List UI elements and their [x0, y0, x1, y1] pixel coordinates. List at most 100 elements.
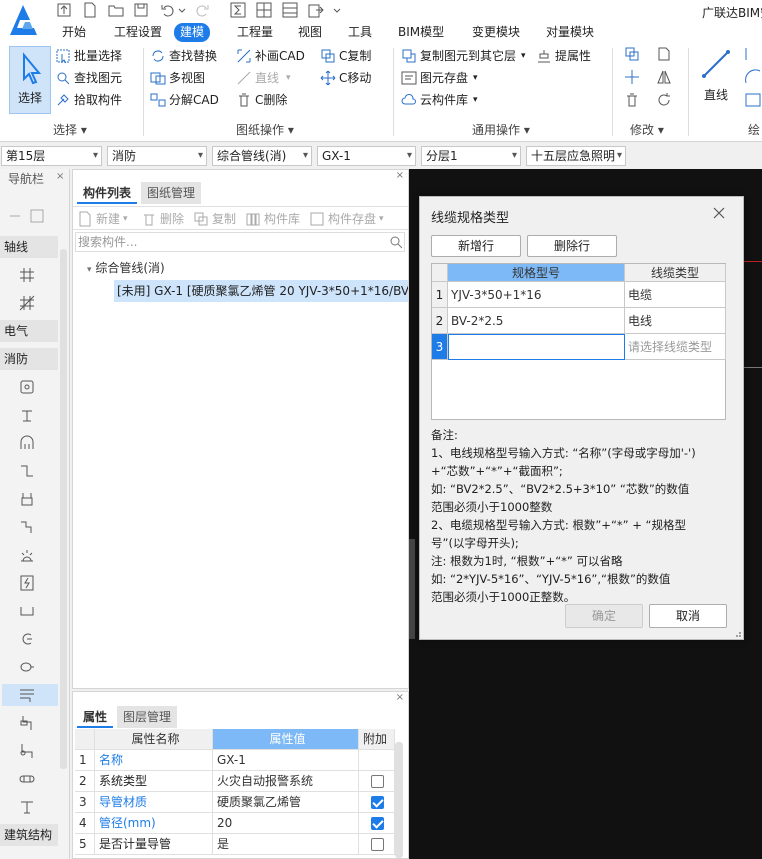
- fire-pump-icon[interactable]: [16, 432, 38, 454]
- new-component-button[interactable]: 新建 ▾: [77, 209, 128, 229]
- tab-menu-1[interactable]: 工程设置: [108, 23, 168, 42]
- resize-grip-icon[interactable]: [733, 629, 742, 638]
- fire-tray-icon[interactable]: [16, 600, 38, 622]
- save-icon[interactable]: [133, 2, 149, 18]
- nav-tool-icon[interactable]: [8, 209, 22, 223]
- search-icon[interactable]: [389, 235, 403, 249]
- col-spec-header[interactable]: 规格型号: [448, 264, 625, 282]
- fire-valve-icon[interactable]: [16, 488, 38, 510]
- tab-menu-3[interactable]: 工程量: [231, 23, 279, 42]
- select-button[interactable]: 选择: [9, 46, 51, 114]
- prop-value[interactable]: 是: [213, 834, 359, 855]
- pick-component-button[interactable]: 拾取构件: [55, 90, 122, 110]
- arc-tool-icon[interactable]: [744, 69, 762, 85]
- spec-cell[interactable]: BV-2*2.5: [448, 308, 625, 334]
- rect-tool-icon[interactable]: [744, 92, 762, 108]
- type-cell[interactable]: 电缆: [625, 282, 726, 308]
- extra-checkbox[interactable]: [371, 796, 384, 809]
- line-button[interactable]: 直线 ▾: [236, 68, 291, 88]
- axis-grid-icon[interactable]: [16, 264, 38, 286]
- nav-close-icon[interactable]: ×: [56, 171, 64, 182]
- tab-menu-7[interactable]: 变更模块: [466, 23, 526, 42]
- spec-cell[interactable]: YJV-3*50+1*16: [448, 282, 625, 308]
- point-tool-icon[interactable]: [744, 46, 762, 62]
- delete-component-button[interactable]: 删除: [141, 209, 184, 229]
- tab-menu-0[interactable]: 开始: [56, 23, 92, 42]
- fire-support-icon[interactable]: [16, 796, 38, 818]
- system-select[interactable]: 十五层应急照明: [526, 146, 626, 166]
- tab-layer-management[interactable]: 图层管理: [117, 706, 178, 728]
- props-scrollbar[interactable]: [395, 742, 403, 858]
- duplicate-icon[interactable]: [624, 46, 640, 62]
- group-drawing-ops[interactable]: 图纸操作 ▾: [236, 121, 294, 138]
- nav-scrollbar[interactable]: [60, 249, 67, 769]
- split-cad-button[interactable]: 分解CAD: [150, 90, 219, 110]
- group-modify[interactable]: 修改 ▾: [630, 121, 664, 138]
- undo-dropdown-icon[interactable]: [178, 2, 186, 18]
- fire-joint-icon[interactable]: [16, 740, 38, 762]
- fire-alarm-light-icon[interactable]: [16, 544, 38, 566]
- fire-sleeve-icon[interactable]: [16, 768, 38, 790]
- tab-drawing-management[interactable]: 图纸管理: [141, 182, 202, 204]
- prop-value[interactable]: 火灾自动报警系统: [213, 771, 359, 792]
- grid-icon[interactable]: [256, 2, 272, 18]
- layer-select[interactable]: 分层1: [421, 146, 521, 166]
- nav-category-electric[interactable]: 电气: [0, 320, 58, 342]
- c-move-button[interactable]: C移动: [320, 68, 371, 88]
- tree-item-gx-1[interactable]: [未用] GX-1 [硬质聚氯乙烯管 20 YJV-3*50+1*16/BV-: [114, 280, 408, 302]
- tab-menu-6[interactable]: BIM模型: [392, 23, 450, 42]
- sum-icon[interactable]: [230, 2, 246, 18]
- fire-pipe-icon[interactable]: [16, 460, 38, 482]
- delete-icon[interactable]: [624, 92, 640, 108]
- add-row-button[interactable]: 新增行: [431, 235, 521, 257]
- redo-icon[interactable]: [194, 2, 210, 18]
- draw-line-button[interactable]: 直线: [698, 46, 734, 104]
- tab-component-list[interactable]: 构件列表: [77, 182, 138, 204]
- nav-category-axis[interactable]: 轴线: [0, 236, 58, 258]
- quick-access-dropdown-icon[interactable]: [332, 2, 342, 18]
- cancel-button[interactable]: 取消: [649, 604, 727, 628]
- rotate-icon[interactable]: [656, 92, 672, 108]
- props-close-icon[interactable]: ×: [396, 692, 404, 703]
- tab-properties[interactable]: 属性: [77, 706, 114, 728]
- type-select[interactable]: 综合管线(消): [212, 146, 312, 166]
- extract-attr-button[interactable]: 提属性: [536, 46, 591, 66]
- undo-icon[interactable]: [160, 2, 176, 18]
- copy-to-floors-button[interactable]: 复制图元到其它层 ▾: [401, 46, 526, 66]
- close-icon[interactable]: [712, 206, 726, 220]
- cloud-library-button[interactable]: 云构件库 ▾: [401, 90, 478, 110]
- find-element-button[interactable]: 查找图元: [55, 68, 122, 88]
- batch-select-button[interactable]: 批量选择: [55, 46, 122, 66]
- c-copy-button[interactable]: C复制: [320, 46, 371, 66]
- copy-component-button[interactable]: 复制: [193, 209, 236, 229]
- fire-detector-icon[interactable]: [16, 376, 38, 398]
- prop-value[interactable]: 20: [213, 813, 359, 834]
- mirror-icon[interactable]: [656, 69, 672, 85]
- open-folder-icon[interactable]: [108, 2, 124, 18]
- component-select[interactable]: GX-1: [317, 146, 416, 166]
- prop-value[interactable]: GX-1: [213, 750, 359, 771]
- group-draw[interactable]: 绘: [748, 121, 760, 138]
- fire-conduit-icon[interactable]: [2, 684, 58, 706]
- fire-nozzle-icon[interactable]: [16, 656, 38, 678]
- nav-category-building[interactable]: 建筑结构: [0, 824, 58, 846]
- new-file-icon[interactable]: [82, 2, 98, 18]
- group-select[interactable]: 选择 ▾: [53, 121, 87, 138]
- tab-menu-8[interactable]: 对量模块: [540, 23, 600, 42]
- extra-checkbox[interactable]: [371, 817, 384, 830]
- search-input[interactable]: 搜索构件...: [75, 232, 405, 252]
- fire-hook-icon[interactable]: [16, 628, 38, 650]
- patch-cad-button[interactable]: 补画CAD: [236, 46, 305, 66]
- up-icon[interactable]: [56, 2, 72, 18]
- col-type-header[interactable]: 线缆类型: [625, 264, 726, 282]
- type-cell[interactable]: 电线: [625, 308, 726, 334]
- extra-checkbox[interactable]: [371, 775, 384, 788]
- fire-fitting-icon[interactable]: [16, 712, 38, 734]
- comp-close-icon[interactable]: ×: [396, 170, 404, 181]
- component-library-button[interactable]: 构件库: [245, 209, 300, 229]
- tree-root[interactable]: ▾ 综合管线(消): [87, 259, 165, 276]
- fire-bell-icon[interactable]: [16, 404, 38, 426]
- canvas-splitter[interactable]: [409, 539, 415, 639]
- multi-view-button[interactable]: 多视图: [150, 68, 205, 88]
- tab-menu-2[interactable]: 建模: [174, 23, 211, 42]
